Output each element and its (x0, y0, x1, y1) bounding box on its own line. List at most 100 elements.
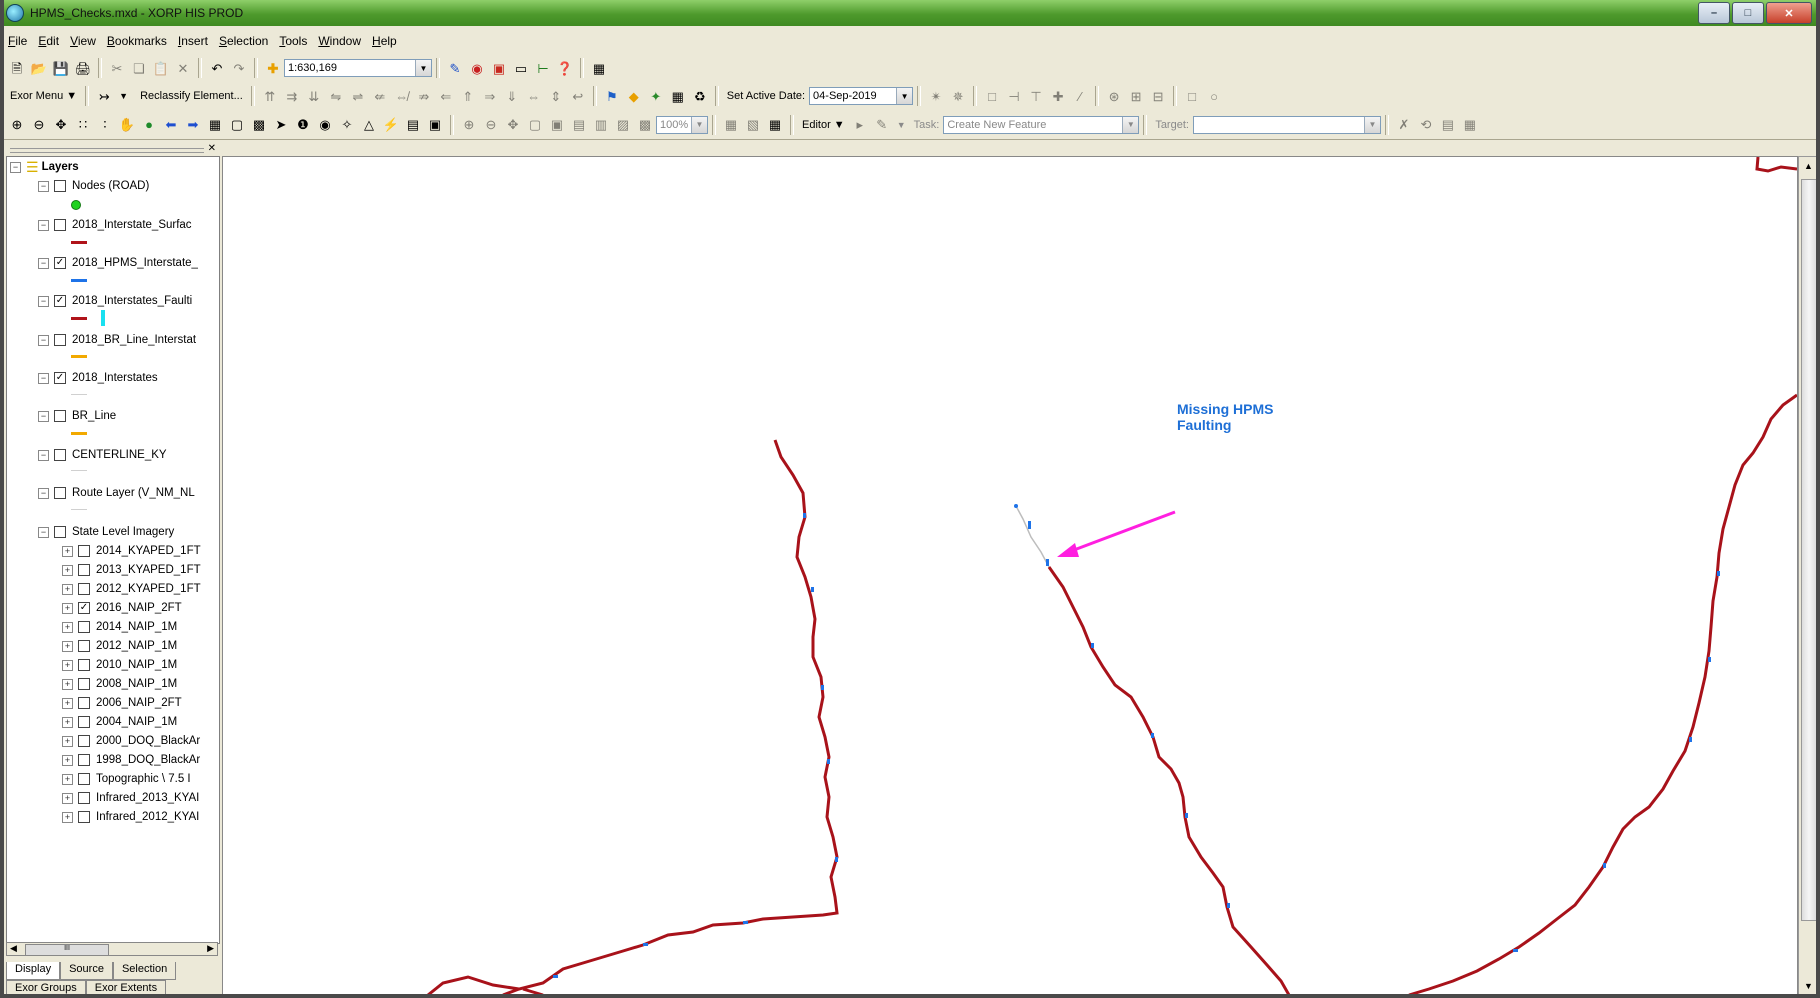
layer-checkbox[interactable] (78, 583, 90, 595)
toc-sublayer[interactable]: +2004_NAIP_1M (62, 713, 177, 731)
zoom-in-icon[interactable]: ⊕ (8, 116, 26, 134)
tab-display[interactable]: Display (6, 962, 61, 980)
tab-exor-extents[interactable]: Exor Extents (85, 980, 167, 998)
attributes-icon[interactable]: ▤ (1439, 116, 1457, 134)
reverse-icon[interactable]: ⇌ (349, 87, 367, 105)
rectangle-icon[interactable]: □ (1183, 87, 1201, 105)
circle-icon[interactable]: ○ (1205, 87, 1223, 105)
map-vertical-scrollbar[interactable]: ▲ ▼ (1798, 156, 1818, 996)
layer-checkbox[interactable]: ✓ (78, 602, 90, 614)
layer-checkbox[interactable] (78, 811, 90, 823)
calendar-icon[interactable]: ▦ (669, 87, 687, 105)
exor-menu-button[interactable]: Exor Menu ▼ (10, 90, 77, 102)
expand-icon[interactable]: + (62, 621, 73, 633)
road-segment[interactable] (522, 987, 544, 995)
scroll-left-icon[interactable]: ◀ (10, 943, 17, 954)
toc-sublayer[interactable]: +2013_KYAPED_1FT (62, 561, 201, 579)
print-icon[interactable]: 🖨 (74, 59, 92, 77)
toc-group-layer[interactable]: − State Level Imagery (38, 523, 174, 541)
toc-layer[interactable]: − 2018_Interstate_Surfac (38, 216, 192, 234)
chevron-down-icon[interactable]: ▼ (1363, 116, 1380, 133)
full-extent-globe-icon[interactable]: ● (140, 116, 158, 134)
toc-sublayer[interactable]: +2014_NAIP_1M (62, 618, 177, 636)
open-folder-icon[interactable]: 📂 (30, 59, 48, 77)
toc-sublayer[interactable]: + ✓ 2016_NAIP_2FT (62, 599, 182, 617)
find-binoculars-icon[interactable]: ◉ (316, 116, 334, 134)
edit-tool-icon[interactable]: ▸ (851, 116, 869, 134)
new-document-icon[interactable]: 🗎 (8, 59, 26, 77)
map-annotation[interactable]: Missing HPMS Faulting (1177, 401, 1273, 433)
toc-layer[interactable]: − CENTERLINE_KY (38, 446, 167, 464)
close-element-icon[interactable]: ⇎ (393, 87, 411, 105)
sketch-properties-icon[interactable]: ▦ (1461, 116, 1479, 134)
tab-selection[interactable]: Selection (112, 962, 177, 980)
hpms-fault-segment[interactable] (1046, 559, 1049, 566)
target-combo[interactable]: ▼ (1192, 115, 1381, 134)
menu-bookmarks[interactable]: Bookmarks (107, 34, 167, 48)
menu-view[interactable]: View (70, 34, 96, 48)
map-scale-combo[interactable]: 1:630,169 ▼ (284, 59, 432, 77)
properties-icon[interactable]: ▦ (590, 59, 608, 77)
toc-sublayer[interactable]: +2010_NAIP_1M (62, 656, 177, 674)
arccatalog-icon[interactable]: ◉ (468, 59, 486, 77)
chevron-down-icon[interactable]: ▼ (1122, 116, 1139, 133)
split-icon[interactable]: ⇈ (261, 87, 279, 105)
expand-icon[interactable]: + (62, 640, 73, 652)
fault-tick[interactable] (553, 975, 558, 978)
next-extent-icon[interactable]: ▨ (614, 116, 632, 134)
layout-zoom-combo[interactable]: 100% ▼ (656, 115, 708, 134)
delete-icon[interactable]: ✕ (174, 59, 192, 77)
toc-layer[interactable]: − Route Layer (V_NM_NL (38, 484, 195, 502)
add-data-icon[interactable]: ✚ (264, 59, 282, 77)
layer-checkbox[interactable]: ✓ (54, 295, 66, 307)
scroll-right-icon[interactable]: ▶ (207, 943, 214, 954)
return-icon[interactable]: ↩ (569, 87, 587, 105)
asset-icon[interactable]: ♻ (691, 87, 709, 105)
collapse-icon[interactable]: − (10, 161, 21, 173)
road-segment[interactable] (427, 975, 520, 995)
fault-tick[interactable] (743, 921, 748, 924)
scroll-down-icon[interactable]: ▼ (1804, 981, 1813, 991)
recalibrate-icon[interactable]: ⇋ (327, 87, 345, 105)
copy-icon[interactable]: ❏ (130, 59, 148, 77)
expand-icon[interactable]: + (62, 564, 73, 576)
fault-tick[interactable] (1513, 949, 1518, 952)
measure-icon[interactable]: ⇒ (481, 87, 499, 105)
merge-icon[interactable]: ⇉ (283, 87, 301, 105)
toc-sublayer[interactable]: +2000_DOQ_BlackAr (62, 732, 200, 750)
layout-zoom-in-icon[interactable]: ⊕ (460, 116, 478, 134)
reshape-icon[interactable]: ⇍ (371, 87, 389, 105)
arctoolbox-icon[interactable]: ▣ (490, 59, 508, 77)
rotate-icon[interactable]: ⟲ (1417, 116, 1435, 134)
expand-icon[interactable]: + (62, 583, 73, 595)
focus-frame-icon[interactable]: ▧ (744, 116, 762, 134)
toc-sublayer[interactable]: +2012_NAIP_1M (62, 637, 177, 655)
editor-toolbar-icon[interactable]: ✎ (446, 59, 464, 77)
editor-menu-button[interactable]: Editor ▼ (802, 119, 845, 131)
clear-selection-icon[interactable]: ▢ (228, 116, 246, 134)
maximize-button[interactable]: □ (1732, 2, 1764, 24)
scroll-up-icon[interactable]: ▲ (1804, 161, 1813, 171)
road-gap-centerline[interactable] (1015, 505, 1050, 568)
toc-sublayer[interactable]: +1998_DOQ_BlackAr (62, 751, 200, 769)
chevron-down-icon[interactable]: ▼ (897, 120, 906, 130)
toc-layer[interactable]: − ✓ 2018_HPMS_Interstate_ (38, 254, 198, 272)
chevron-down-icon[interactable]: ▼ (415, 60, 431, 76)
select-elements-icon[interactable]: ▩ (250, 116, 268, 134)
undo-icon[interactable]: ↶ (208, 59, 226, 77)
fault-tick[interactable] (1227, 903, 1230, 908)
layout-pan-icon[interactable]: ✥ (504, 116, 522, 134)
fault-tick[interactable] (821, 685, 824, 690)
fault-tick[interactable] (827, 759, 830, 764)
hpms-point[interactable] (1014, 504, 1018, 508)
fault-tick[interactable] (1717, 571, 1720, 576)
toc-sublayer[interactable]: + Topographic \ 7.5 I (62, 770, 191, 788)
toc-horizontal-scrollbar[interactable]: ◀ III ▶ (6, 942, 218, 956)
layer-checkbox[interactable] (54, 334, 66, 346)
warning-icon[interactable]: ◆ (625, 87, 643, 105)
chevron-down-icon[interactable]: ▼ (896, 88, 913, 104)
collapse-icon[interactable]: − (38, 180, 49, 192)
zoom-whole-page-icon[interactable]: ▢ (526, 116, 544, 134)
menu-help[interactable]: Help (372, 34, 397, 48)
snap-end-icon[interactable]: ✵ (949, 87, 967, 105)
